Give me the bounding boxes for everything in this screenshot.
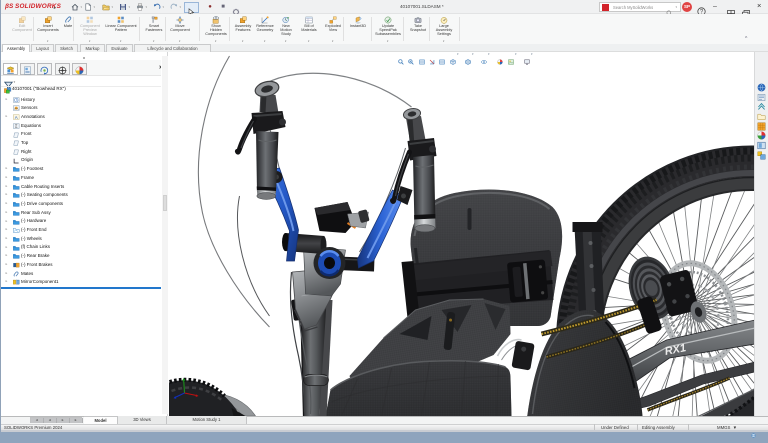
svg-text:A: A <box>15 115 18 120</box>
